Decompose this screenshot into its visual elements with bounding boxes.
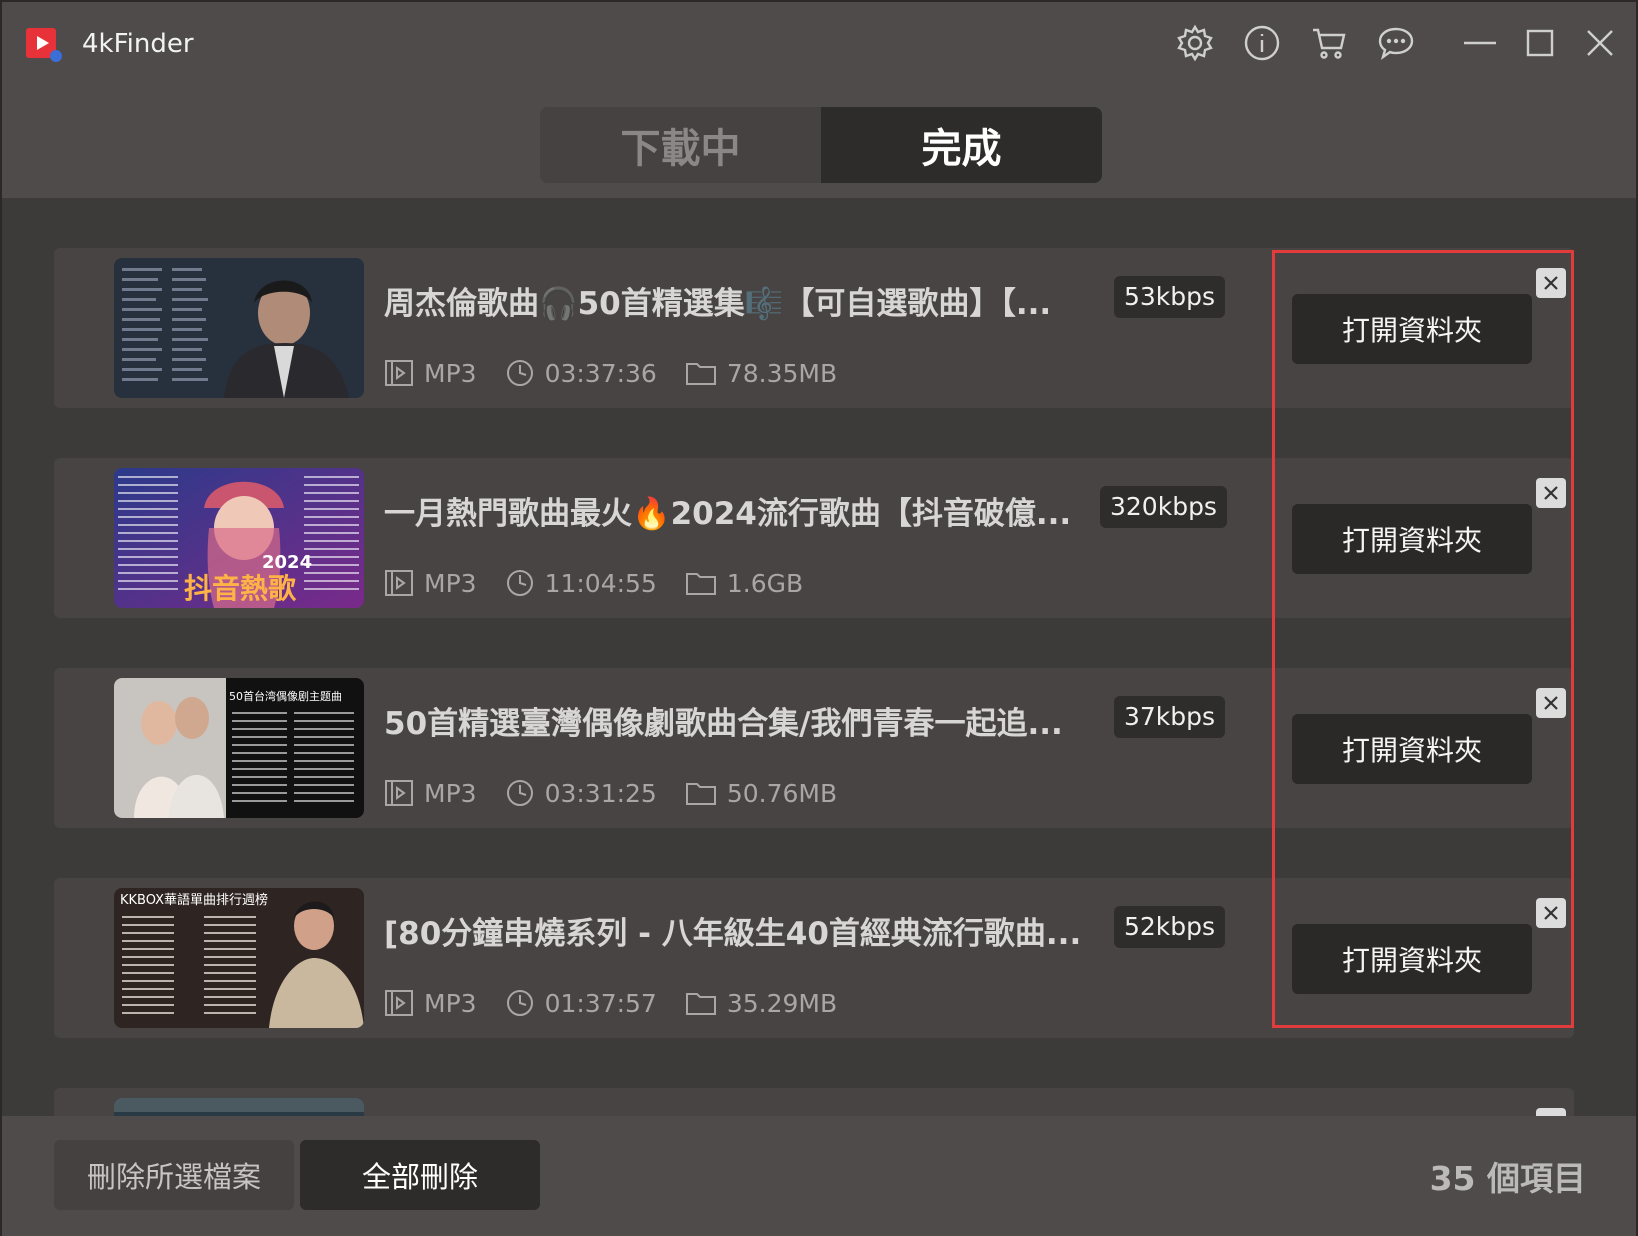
- app-window: 4kFinder 下載中 完成 周杰倫歌曲🎧50首精選集🎼【可自選歌曲】【...…: [0, 0, 1638, 1236]
- bitrate-badge: 53kbps: [1114, 276, 1226, 318]
- open-folder-button[interactable]: 打開資料夾: [1292, 714, 1532, 784]
- close-icon: [1544, 276, 1558, 290]
- video-thumbnail: 50首台湾偶像剧主题曲: [114, 678, 364, 818]
- size-label: 50.76MB: [726, 778, 838, 808]
- format-label: MP3: [424, 568, 477, 598]
- chat-icon[interactable]: [1373, 20, 1419, 66]
- video-file-icon: [385, 360, 413, 386]
- video-file-icon: [385, 990, 413, 1016]
- close-icon: [1544, 486, 1558, 500]
- format-label: MP3: [424, 778, 477, 808]
- duration-label: 03:31:25: [544, 778, 657, 808]
- item-meta: MP3 11:04:55 1.6GB: [384, 566, 831, 600]
- item-title: [80分鐘串燒系列 - 八年級生40首經典流行歌曲...: [384, 916, 1082, 952]
- app-title: 4kFinder: [82, 29, 194, 59]
- video-thumbnail: [114, 258, 364, 398]
- bitrate-badge: 320kbps: [1100, 486, 1227, 528]
- remove-item-button[interactable]: [1536, 478, 1566, 508]
- item-title: 一月熱門歌曲最火🔥2024流行歌曲【抖音破億...: [384, 496, 1072, 532]
- tab-downloading[interactable]: 下載中: [540, 107, 821, 183]
- video-thumbnail: KKBOX華語單曲排行週榜: [114, 888, 364, 1028]
- format-label: MP3: [424, 358, 477, 388]
- video-thumbnail: 2024 抖音熱歌: [114, 468, 364, 608]
- close-icon: [1544, 696, 1558, 710]
- list-item[interactable]: 2024 抖音熱歌 一月熱門歌曲最火🔥2024流行歌曲【抖音破億... 320k…: [54, 458, 1574, 618]
- format-label: MP3: [424, 988, 477, 1018]
- cart-icon[interactable]: [1306, 20, 1352, 66]
- bottom-bar: 刪除所選檔案 全部刪除 35 個項目: [2, 1116, 1636, 1236]
- title-bar: 4kFinder: [2, 2, 1636, 88]
- size-label: 35.29MB: [726, 988, 838, 1018]
- thumb-caption-text: 50首台湾偶像剧主题曲: [229, 689, 342, 703]
- maximize-icon[interactable]: [1517, 20, 1563, 66]
- bitrate-badge: 37kbps: [1114, 696, 1226, 738]
- remove-item-button[interactable]: [1536, 898, 1566, 928]
- open-folder-button[interactable]: 打開資料夾: [1292, 504, 1532, 574]
- close-icon[interactable]: [1577, 20, 1623, 66]
- video-file-icon: [385, 570, 413, 596]
- item-meta: MP3 01:37:57 35.29MB: [384, 986, 865, 1020]
- thumb-year-text: 2024: [262, 552, 312, 573]
- app-logo-icon: [24, 24, 64, 64]
- clock-icon: [506, 570, 533, 596]
- remove-item-button[interactable]: [1536, 688, 1566, 718]
- video-file-icon: [385, 780, 413, 806]
- item-meta: MP3 03:37:36 78.35MB: [384, 356, 865, 390]
- clock-icon: [506, 990, 533, 1016]
- list-item[interactable]: [54, 1088, 1574, 1116]
- item-meta: MP3 03:31:25 50.76MB: [384, 776, 865, 810]
- thumb-caption-text: 抖音熱歌: [184, 572, 297, 605]
- remove-item-button[interactable]: [1536, 1108, 1566, 1116]
- duration-label: 11:04:55: [544, 568, 657, 598]
- list-item[interactable]: KKBOX華語單曲排行週榜 [80分鐘串燒系列 - 八年級生40首經典流行歌曲.…: [54, 878, 1574, 1038]
- minimize-icon[interactable]: [1457, 20, 1503, 66]
- size-label: 1.6GB: [726, 568, 804, 598]
- list-item[interactable]: 50首台湾偶像剧主题曲 50首精選臺灣偶像劇歌曲合集/我們青春一起追... 37…: [54, 668, 1574, 828]
- folder-icon: [685, 783, 716, 805]
- thumb-caption-text: KKBOX華語單曲排行週榜: [120, 892, 268, 908]
- tab-switcher: 下載中 完成: [540, 107, 1102, 183]
- duration-label: 01:37:57: [544, 988, 657, 1018]
- close-icon: [1544, 906, 1558, 920]
- bitrate-badge: 52kbps: [1114, 906, 1226, 948]
- folder-icon: [685, 993, 716, 1015]
- item-title: 周杰倫歌曲🎧50首精選集🎼【可自選歌曲】【...: [384, 286, 1052, 322]
- clock-icon: [506, 360, 533, 386]
- clock-icon: [506, 780, 533, 806]
- open-folder-button[interactable]: 打開資料夾: [1292, 924, 1532, 994]
- delete-selected-button[interactable]: 刪除所選檔案: [54, 1140, 294, 1210]
- download-list: 周杰倫歌曲🎧50首精選集🎼【可自選歌曲】【... 53kbps MP3 03:3…: [2, 198, 1636, 1116]
- item-count: 35 個項目: [1429, 1159, 1586, 1198]
- item-title: 50首精選臺灣偶像劇歌曲合集/我們青春一起追...: [384, 706, 1063, 742]
- gear-icon[interactable]: [1172, 20, 1218, 66]
- delete-all-button[interactable]: 全部刪除: [300, 1140, 540, 1210]
- info-icon[interactable]: [1239, 20, 1285, 66]
- video-thumbnail: [114, 1098, 364, 1116]
- duration-label: 03:37:36: [544, 358, 657, 388]
- folder-icon: [685, 573, 716, 595]
- remove-item-button[interactable]: [1536, 268, 1566, 298]
- open-folder-button[interactable]: 打開資料夾: [1292, 294, 1532, 364]
- folder-icon: [685, 363, 716, 385]
- size-label: 78.35MB: [726, 358, 838, 388]
- tab-completed[interactable]: 完成: [821, 107, 1102, 183]
- list-item[interactable]: 周杰倫歌曲🎧50首精選集🎼【可自選歌曲】【... 53kbps MP3 03:3…: [54, 248, 1574, 408]
